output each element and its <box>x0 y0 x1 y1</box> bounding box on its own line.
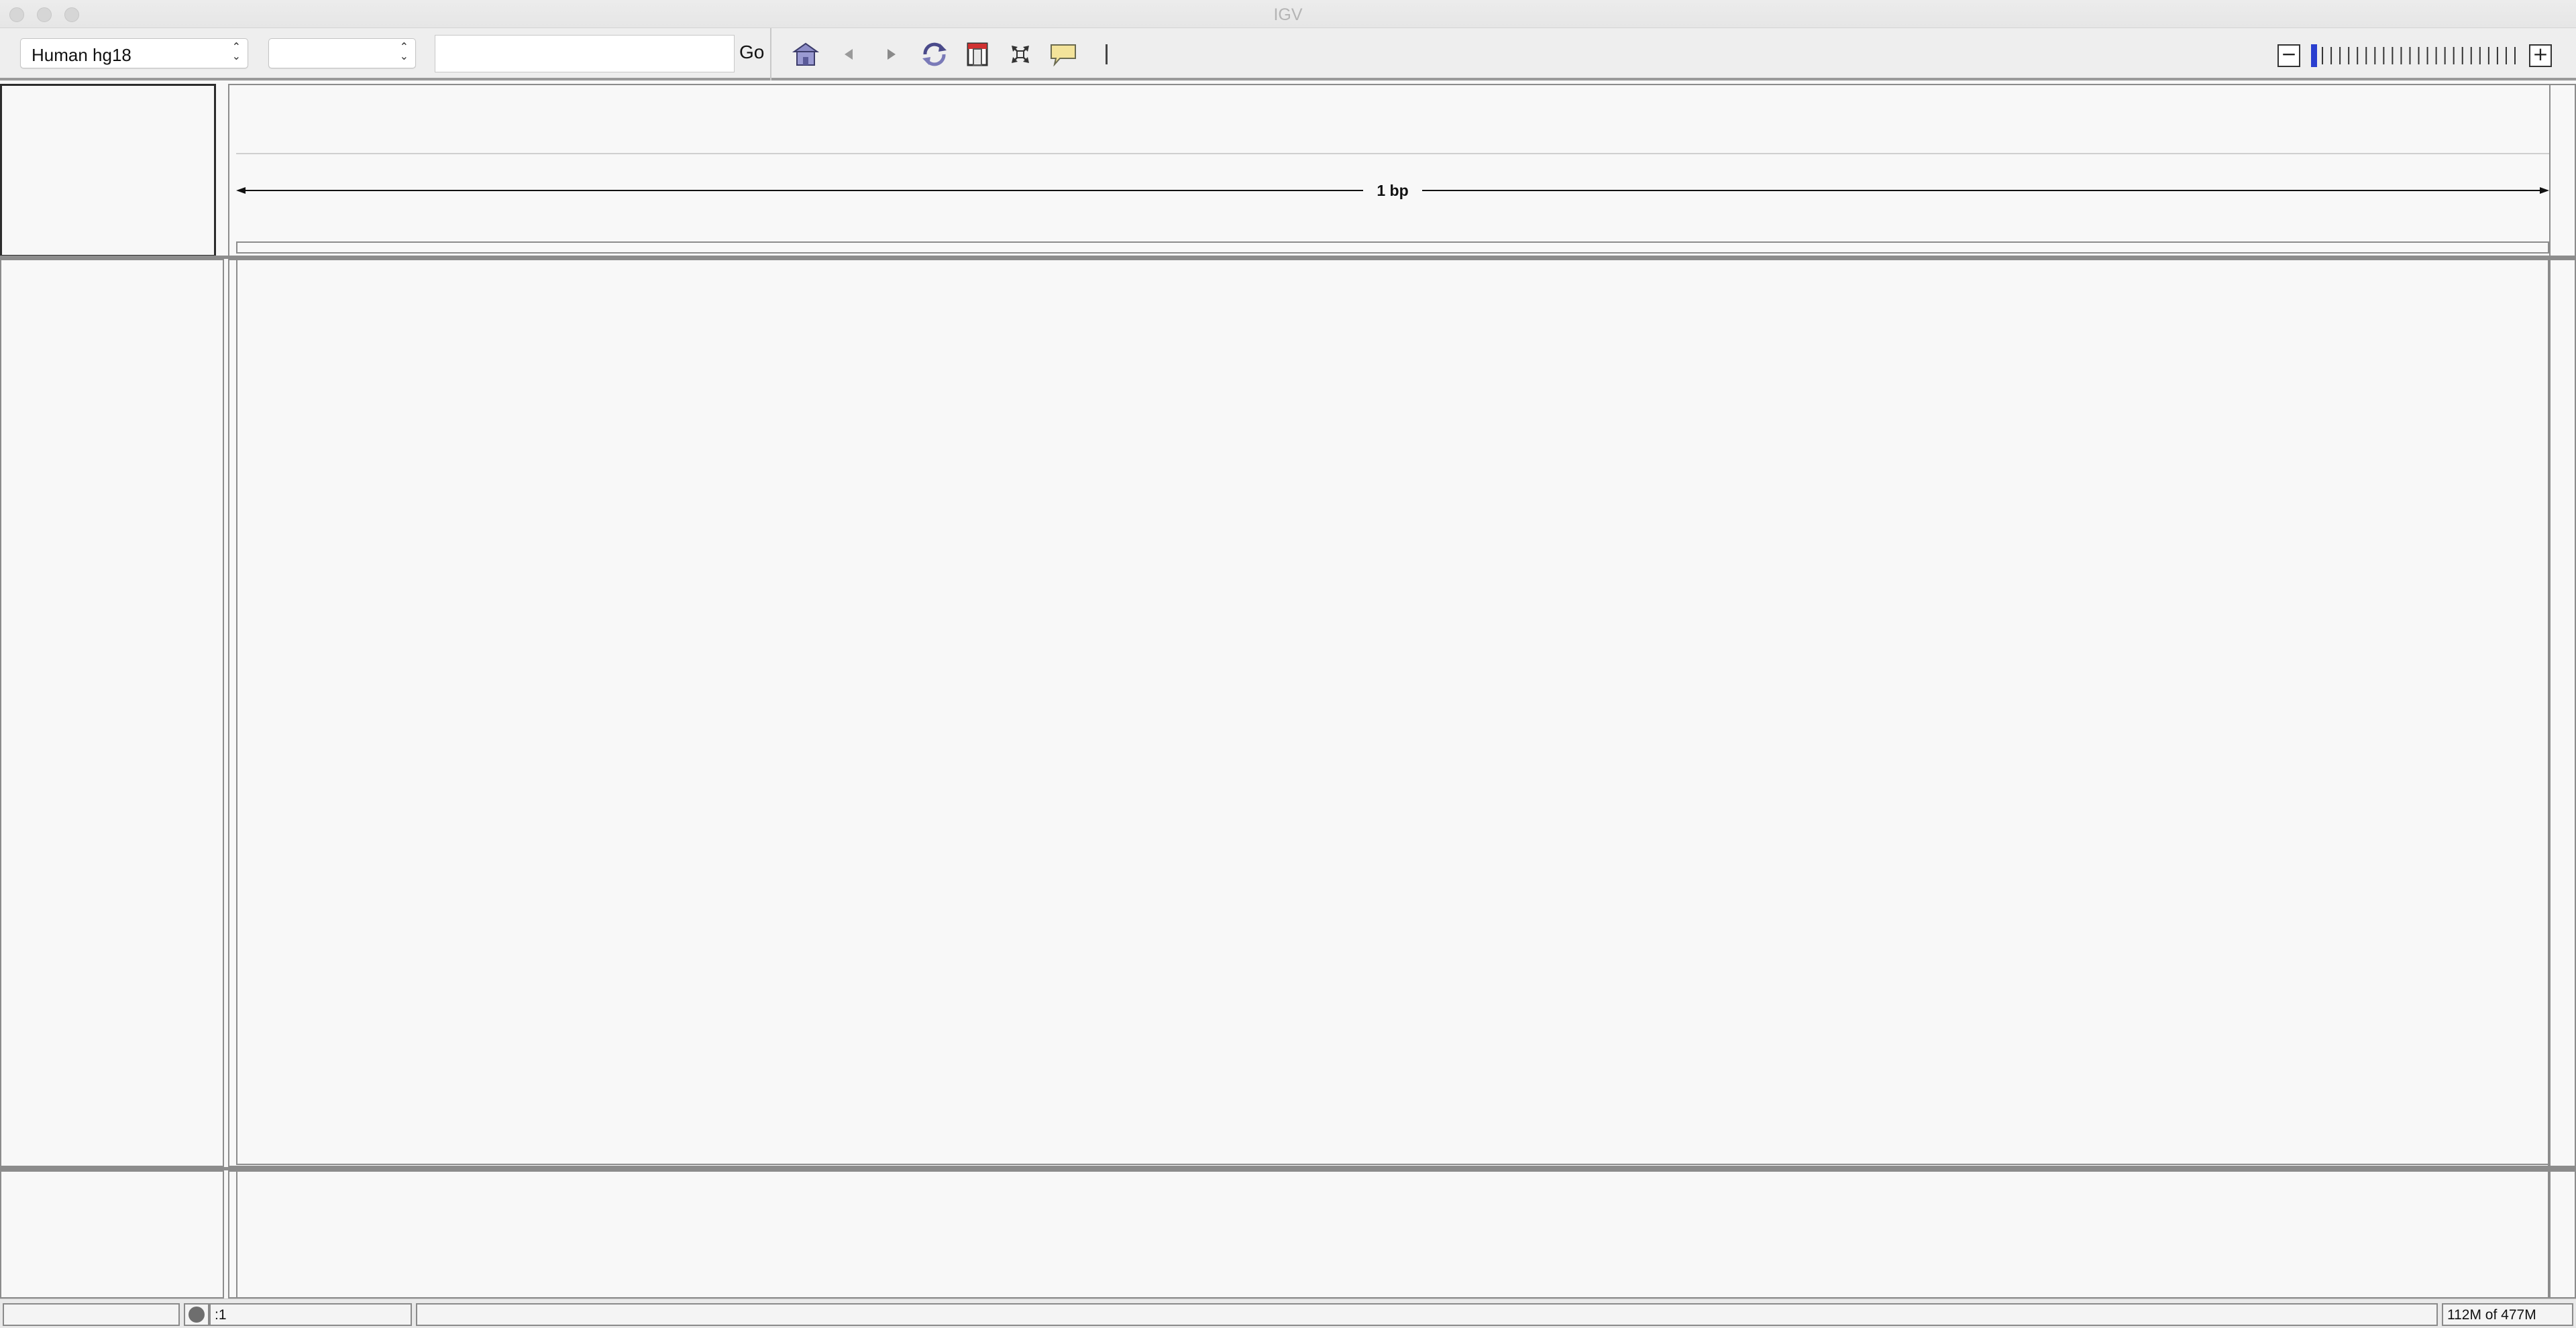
zoom-tick[interactable] <box>2470 47 2472 64</box>
zoom-tick[interactable] <box>2444 47 2446 64</box>
zoom-tick[interactable] <box>2461 47 2463 64</box>
feature-scrollbar[interactable] <box>2549 1170 2576 1298</box>
zoom-tick[interactable] <box>2374 47 2376 64</box>
zoom-tick[interactable] <box>2505 47 2507 64</box>
data-scrollbar[interactable] <box>2549 259 2576 1167</box>
igv-window: IGV Human hg18 ⌃ ⌄ ⌃ ⌄ Go − + 1 bp:1 11… <box>0 0 2576 1328</box>
feature-name-panel <box>0 1170 224 1298</box>
ruler-span-text: 1 bp <box>1363 182 1422 199</box>
header-name-panel <box>0 84 216 257</box>
forward-arrow-icon[interactable] <box>876 39 907 70</box>
zoom-tick[interactable] <box>2418 47 2420 64</box>
zoom-tick[interactable] <box>2330 47 2332 64</box>
zoom-out-button[interactable]: − <box>2277 44 2300 67</box>
toolbar-divider <box>770 28 771 80</box>
zoom-tick[interactable] <box>2479 47 2481 64</box>
zoom-tick[interactable] <box>2348 47 2350 64</box>
updown-chevron-icon: ⌃ ⌄ <box>399 42 409 62</box>
status-info <box>416 1303 2438 1326</box>
cytoband-bar <box>236 241 2549 254</box>
zoom-tick[interactable] <box>2435 47 2437 64</box>
center-line-icon[interactable] <box>1091 39 1122 70</box>
zoom-tick[interactable] <box>2409 47 2411 64</box>
chromosome-dropdown[interactable]: ⌃ ⌄ <box>268 38 416 68</box>
updown-chevron-icon: ⌃ ⌄ <box>231 42 241 62</box>
ruler-span-label: 1 bp <box>236 182 2549 200</box>
zoom-slider[interactable] <box>2310 44 2519 67</box>
header-scrollbar[interactable] <box>2549 84 2576 257</box>
status-memory: 112M of 477M <box>2442 1303 2573 1326</box>
zoom-tick[interactable] <box>2426 47 2428 64</box>
popup-info-icon[interactable] <box>1048 39 1079 70</box>
main-toolbar: Human hg18 ⌃ ⌄ ⌃ ⌄ Go − + <box>0 28 2576 80</box>
zoom-tick[interactable] <box>2357 47 2359 64</box>
status-circle-icon <box>189 1307 205 1323</box>
zoom-tick[interactable] <box>2322 47 2324 64</box>
zoom-tick[interactable] <box>2487 47 2489 64</box>
ruler-panel: 1 bp <box>236 86 2549 255</box>
zoom-tick[interactable] <box>2496 47 2498 64</box>
zoom-in-button[interactable]: + <box>2529 44 2552 67</box>
genome-dropdown-value: Human hg18 <box>32 45 131 65</box>
zoom-tick[interactable] <box>2383 47 2385 64</box>
zoom-slider-thumb[interactable] <box>2310 44 2317 67</box>
back-arrow-icon[interactable] <box>833 39 864 70</box>
genome-dropdown[interactable]: Human hg18 ⌃ ⌄ <box>20 38 248 68</box>
region-of-interest-icon[interactable] <box>962 39 993 70</box>
status-bar: :1 112M of 477M <box>0 1298 2576 1328</box>
resize-to-window-icon[interactable] <box>1005 39 1036 70</box>
zoom-tick[interactable] <box>2365 47 2367 64</box>
zoom-tick[interactable] <box>2400 47 2402 64</box>
zoom-tick[interactable] <box>2339 47 2341 64</box>
window-title: IGV <box>1273 5 1303 24</box>
title-bar: IGV <box>0 0 2576 28</box>
zoom-tick[interactable] <box>2453 47 2455 64</box>
feature-track-area <box>236 1170 2549 1298</box>
status-message <box>3 1303 180 1326</box>
zoom-tick[interactable] <box>2514 47 2516 64</box>
go-button[interactable]: Go <box>739 42 764 63</box>
ruler-divider <box>236 153 2549 154</box>
status-indicator <box>184 1303 209 1326</box>
zoom-tick[interactable] <box>2392 47 2394 64</box>
status-position: :1 <box>209 1303 412 1326</box>
locus-search-input[interactable] <box>435 35 735 72</box>
home-icon[interactable] <box>790 39 821 70</box>
refresh-icon[interactable] <box>919 39 950 70</box>
data-name-panel <box>0 259 224 1167</box>
data-track-area <box>236 259 2549 1165</box>
